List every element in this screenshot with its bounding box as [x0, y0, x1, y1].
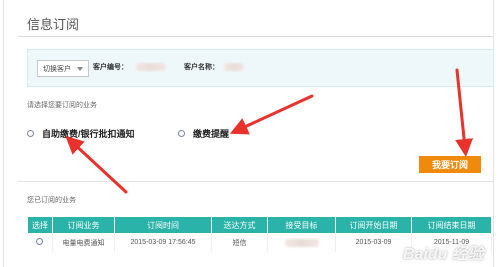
- col-header-target: 接受目标: [267, 216, 336, 234]
- row-target-redacted: [267, 233, 336, 252]
- left-border: [3, 0, 4, 267]
- col-header-business: 订阅业务: [52, 216, 115, 234]
- row-select-cell: [27, 233, 53, 252]
- option-label: 自助缴费/银行批扣通知: [42, 129, 135, 139]
- option-label: 缴费提醒: [193, 129, 230, 139]
- page-title: 信息订阅: [27, 17, 80, 32]
- col-header-time: 订阅时间: [114, 216, 212, 234]
- switch-customer-label: 切换客户: [43, 65, 71, 73]
- select-business-prompt: 请选择您要订阅的业务: [27, 102, 97, 109]
- option-payment-reminder[interactable]: 缴费提醒: [178, 127, 229, 140]
- option-self-pay-notice[interactable]: 自助缴费/银行批扣通知: [27, 127, 135, 140]
- col-header-select: 选择: [27, 216, 53, 234]
- right-border: [493, 0, 494, 267]
- title-divider: [18, 36, 494, 37]
- customer-number-redacted: [136, 63, 166, 71]
- row-radio-button[interactable]: [36, 238, 44, 246]
- col-header-start-date: 订阅开始日期: [335, 216, 412, 234]
- switch-customer-dropdown[interactable]: 切换客户: [37, 60, 89, 77]
- row-start-date: 2015-03-09: [335, 233, 412, 252]
- col-header-end-date: 订阅结束日期: [411, 216, 492, 234]
- customer-name-label: 客户名称：: [184, 64, 219, 71]
- row-method: 短信: [211, 233, 268, 252]
- radio-button[interactable]: [178, 130, 185, 137]
- col-header-method: 送达方式: [211, 216, 268, 234]
- section-divider: [18, 181, 494, 182]
- arrow-to-payment-reminder: [229, 94, 314, 135]
- arrow-to-self-pay-option: [65, 135, 128, 194]
- row-time: 2015-03-09 17:56:45: [114, 233, 212, 252]
- subscribe-button[interactable]: 我要订阅: [419, 156, 481, 173]
- baidu-watermark-logo: Baidu 经验: [403, 246, 484, 263]
- subscribed-heading: 您已订阅的业务: [27, 197, 76, 204]
- row-business: 电量电费通知: [52, 233, 115, 252]
- chevron-down-icon: [77, 67, 83, 71]
- table-header-row: 选择 订阅业务 订阅时间 送达方式 接受目标 订阅开始日期 订阅结束日期: [27, 216, 492, 234]
- customer-bar: 切换客户 客户编号： 客户名称：: [27, 49, 494, 87]
- radio-button[interactable]: [27, 130, 34, 137]
- customer-name-redacted: [224, 63, 244, 71]
- customer-number-label: 客户编号：: [93, 64, 128, 71]
